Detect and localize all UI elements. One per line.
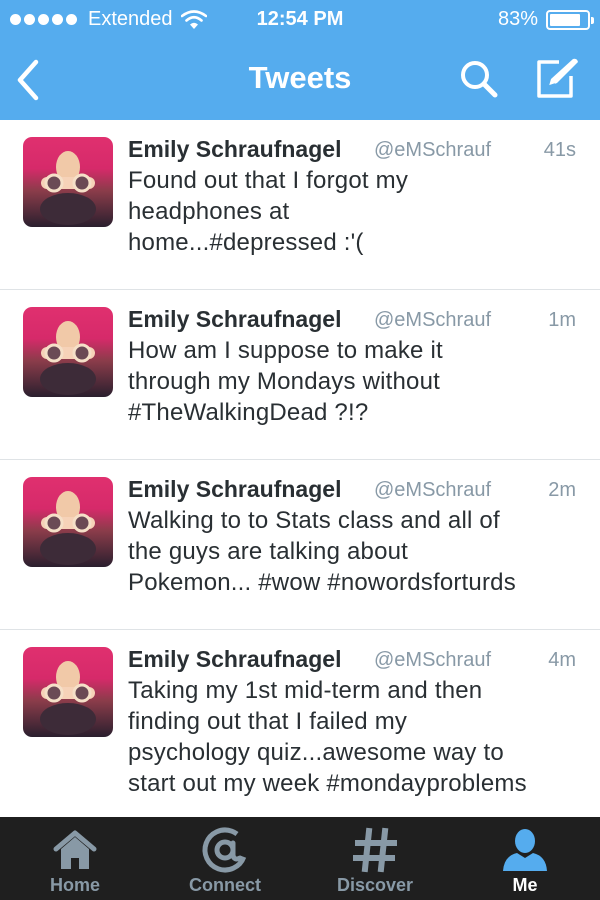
tweet-author-handle[interactable]: @eMSchrauf [374,649,491,672]
tweet-timestamp: 41s [543,139,576,161]
hashtag-icon [353,827,397,873]
header: Extended 12:54 PM 83% Tweets [0,0,600,120]
tab-label: Discover [336,875,414,895]
tweet-author-name[interactable]: Emily Schraufnagel [128,136,341,163]
battery-level [550,13,580,26]
profile-photo [40,661,96,735]
tweet-text-line: the guys are talking about [128,538,409,565]
tweet-item[interactable]: Emily Schraufnagel @eMSchrauf 2m Walking… [0,460,600,630]
tweet-text-line: Found out that I forgot my [128,167,409,194]
battery-icon [546,9,594,30]
person-icon [503,829,547,871]
tweet-text: Walking to to Stats class and all of the… [128,505,588,598]
tweet-text-line: How am I suppose to make it [128,337,443,364]
search-icon [461,61,498,98]
avatar[interactable] [23,137,113,227]
avatar[interactable] [23,647,113,737]
tweet-text-line: Pokemon... #wow #nowordsforturds [128,569,516,596]
tweet-text-line: Walking to to Stats class and all of [128,507,500,534]
at-sign-icon [202,827,248,873]
tab-home[interactable]: Home [0,817,150,900]
avatar[interactable] [23,307,113,397]
tab-label: Me [512,875,538,895]
tweet-text-line: start out my week #mondayproblems [128,770,527,797]
profile-photo [40,491,96,565]
page-title: Tweets [248,60,352,95]
tweet-text: Found out that I forgot my headphones at… [128,165,588,258]
tweet-text-line: #TheWalkingDead ?!? [128,399,369,426]
profile-photo [40,321,96,395]
tweet-author-name[interactable]: Emily Schraufnagel [128,646,341,673]
tab-discover[interactable]: Discover [300,817,450,900]
compose-icon [537,58,578,98]
tweet-timestamp: 2m [548,479,576,501]
tweet-author-name[interactable]: Emily Schraufnagel [128,476,341,503]
tweet-text-line: headphones at [128,198,290,225]
tweet-item[interactable]: Emily Schraufnagel @eMSchrauf 1m How am … [0,290,600,460]
tab-me[interactable]: Me [450,817,600,900]
status-right: 83% [497,8,594,31]
tweet-timestamp: 1m [548,309,576,331]
tweet-author-handle[interactable]: @eMSchrauf [374,309,491,332]
tweet-text-line: finding out that I failed my [128,708,408,735]
tweet-text-line: Taking my 1st mid-term and then [128,677,483,704]
tweet-item[interactable]: Emily Schraufnagel @eMSchrauf 4m Taking … [0,630,600,817]
tweet-text: How am I suppose to make it through my M… [128,335,588,428]
nav-bar: Tweets [0,40,600,120]
compose-button[interactable] [533,56,581,102]
tweet-author-handle[interactable]: @eMSchrauf [374,139,491,162]
tab-bar: Home Connect Discover Me [0,817,600,900]
tweet-author-name[interactable]: Emily Schraufnagel [128,306,341,333]
tab-label: Connect [189,875,261,895]
tweet-author-handle[interactable]: @eMSchrauf [374,479,491,502]
home-icon [53,830,97,869]
tweet-item[interactable]: Emily Schraufnagel @eMSchrauf 41s Found … [0,120,600,290]
tweet-text-line: through my Mondays without [128,368,441,395]
tweet-text-line: home...#depressed :'( [128,229,364,256]
tweet-timestamp: 4m [548,649,576,671]
battery-percent: 83% [497,8,538,30]
avatar[interactable] [23,477,113,567]
tab-connect[interactable]: Connect [150,817,300,900]
tab-label: Home [49,875,100,895]
status-bar: Extended 12:54 PM 83% [0,0,600,38]
tweet-text: Taking my 1st mid-term and then finding … [128,675,588,799]
tweet-text-line: psychology quiz...awesome way to [128,739,504,766]
search-button[interactable] [458,58,500,100]
profile-photo [40,151,96,225]
tweet-feed[interactable]: Emily Schraufnagel @eMSchrauf 41s Found … [0,120,600,817]
